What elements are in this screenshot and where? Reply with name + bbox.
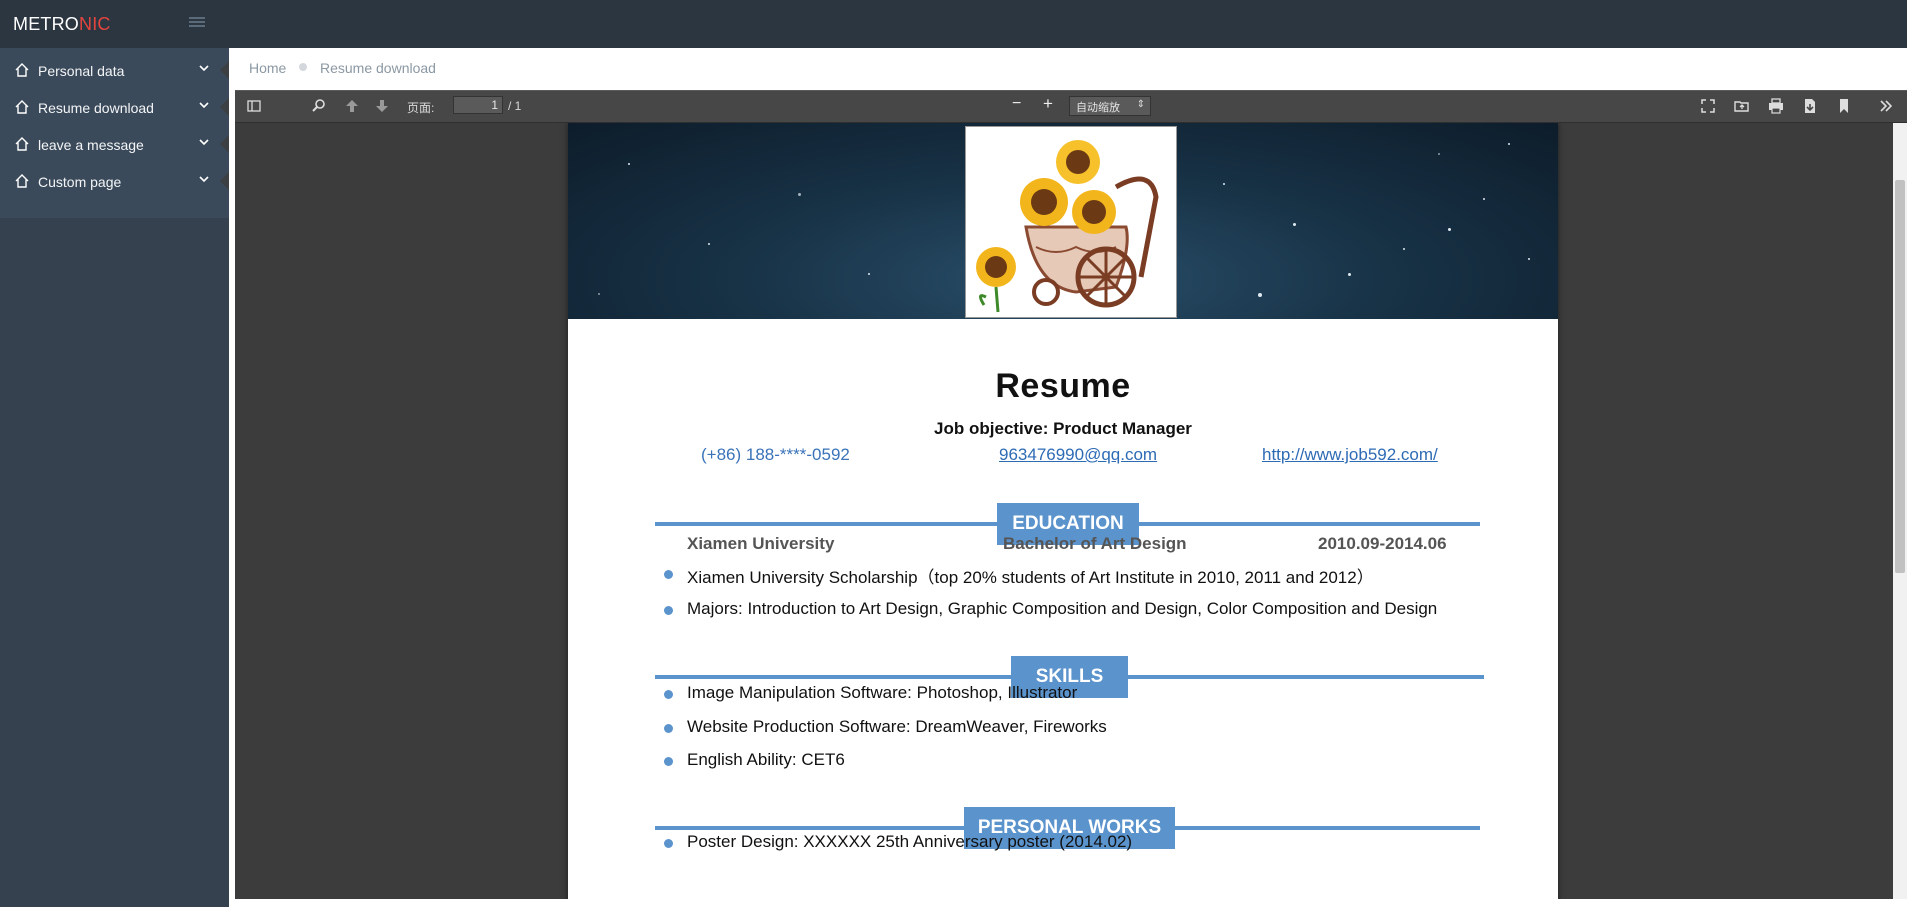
pdf-canvas-area[interactable]: Resume Job objective: Product Manager (+… (235, 123, 1893, 899)
app-logo[interactable]: METRONIC (13, 14, 111, 35)
active-notch (220, 172, 229, 190)
next-page-icon[interactable] (372, 96, 392, 116)
sidebar: Personal data Resume download leave a me… (0, 48, 229, 907)
scrollbar-thumb[interactable] (1895, 180, 1905, 573)
active-notch (220, 135, 229, 153)
bullet-dot (664, 690, 673, 699)
chevron-down-icon (199, 65, 209, 72)
zoom-select[interactable]: 自动缩放 ⇕ (1069, 96, 1151, 116)
page-total: / 1 (508, 99, 522, 113)
breadcrumb: Home Resume download (229, 48, 1907, 88)
breadcrumb-home-link[interactable]: Home (249, 60, 286, 76)
sidebar-item-resume-download[interactable]: Resume download (0, 89, 229, 126)
logo-accent: NIC (79, 14, 111, 34)
zoom-value: 自动缩放 (1076, 102, 1120, 114)
website-link[interactable]: http://www.job592.com/ (1262, 445, 1438, 465)
zoom-in-button[interactable]: + (1043, 94, 1063, 114)
breadcrumb-current: Resume download (320, 60, 436, 76)
menu-toggle-icon[interactable] (189, 17, 205, 29)
education-period: 2010.09-2014.06 (1318, 534, 1447, 553)
education-school: Xiamen University (687, 534, 835, 553)
top-header: METRONIC (0, 0, 1907, 49)
education-degree: Bachelor of Art Design (1003, 534, 1187, 553)
education-bullet: Majors: Introduction to Art Design, Grap… (687, 599, 1438, 618)
presentation-mode-icon[interactable] (1698, 96, 1718, 116)
chevron-down-icon (199, 176, 209, 183)
breadcrumb-separator (299, 63, 307, 71)
select-arrows-icon: ⇕ (1136, 99, 1145, 110)
education-bullet: Xiamen University Scholarship（top 20% st… (687, 568, 1374, 587)
active-notch (220, 98, 229, 116)
skills-bullet: Image Manipulation Software: Photoshop, … (687, 683, 1078, 702)
chevron-down-icon (199, 102, 209, 109)
sidebar-item-label: leave a message (38, 137, 144, 153)
sidebar-toggle-icon[interactable] (244, 96, 264, 116)
home-icon (15, 137, 29, 151)
main-content: Home Resume download 页面: 1 / 1 − + 自动缩放 ⇕ (229, 48, 1907, 907)
bullet-dot (664, 570, 673, 579)
open-file-icon[interactable] (1732, 96, 1752, 116)
active-notch (220, 61, 229, 79)
sidebar-menu: Personal data Resume download leave a me… (0, 48, 229, 218)
sidebar-item-personal-data[interactable]: Personal data (0, 52, 229, 89)
resume-title: Resume (995, 367, 1131, 405)
sidebar-item-label: Resume download (38, 100, 154, 116)
works-bullet: Poster Design: XXXXXX 25th Anniversary p… (687, 832, 1133, 851)
previous-page-icon[interactable] (342, 96, 362, 116)
profile-photo (965, 126, 1177, 318)
zoom-out-button[interactable]: − (1012, 95, 1032, 115)
print-icon[interactable] (1766, 96, 1786, 116)
bookmark-icon[interactable] (1834, 96, 1854, 116)
bullet-dot (664, 606, 673, 615)
resume-page: Resume Job objective: Product Manager (+… (568, 123, 1558, 899)
pdf-toolbar: 页面: 1 / 1 − + 自动缩放 ⇕ (235, 90, 1907, 123)
job-objective: Job objective: Product Manager (934, 419, 1192, 438)
tools-chevron-icon[interactable] (1876, 96, 1896, 116)
page-number-input[interactable]: 1 (453, 96, 503, 114)
skills-bullet: English Ability: CET6 (687, 750, 845, 769)
sidebar-item-leave-message[interactable]: leave a message (0, 126, 229, 163)
pdf-viewer: 页面: 1 / 1 − + 自动缩放 ⇕ Resume Job objectiv… (235, 90, 1907, 899)
sidebar-item-label: Personal data (38, 63, 125, 79)
phone-number: (+86) 188-****-0592 (701, 445, 850, 464)
email-link[interactable]: 963476990@qq.com (999, 445, 1157, 465)
sidebar-item-label: Custom page (38, 174, 122, 190)
skills-bullet: Website Production Software: DreamWeaver… (687, 717, 1107, 736)
banner-starry-sky (568, 123, 1558, 319)
home-icon (15, 63, 29, 77)
bullet-dot (664, 724, 673, 733)
search-icon[interactable] (309, 96, 329, 116)
home-icon (15, 100, 29, 114)
home-icon (15, 174, 29, 188)
chevron-down-icon (199, 139, 209, 146)
page-label: 页面: (407, 101, 435, 115)
sunflower-cart-illustration (976, 140, 1159, 313)
vertical-scrollbar[interactable] (1893, 123, 1907, 899)
bullet-dot (664, 839, 673, 848)
download-icon[interactable] (1800, 96, 1820, 116)
sidebar-item-custom-page[interactable]: Custom page (0, 163, 229, 200)
bullet-dot (664, 757, 673, 766)
logo-prefix: METRO (13, 14, 79, 34)
